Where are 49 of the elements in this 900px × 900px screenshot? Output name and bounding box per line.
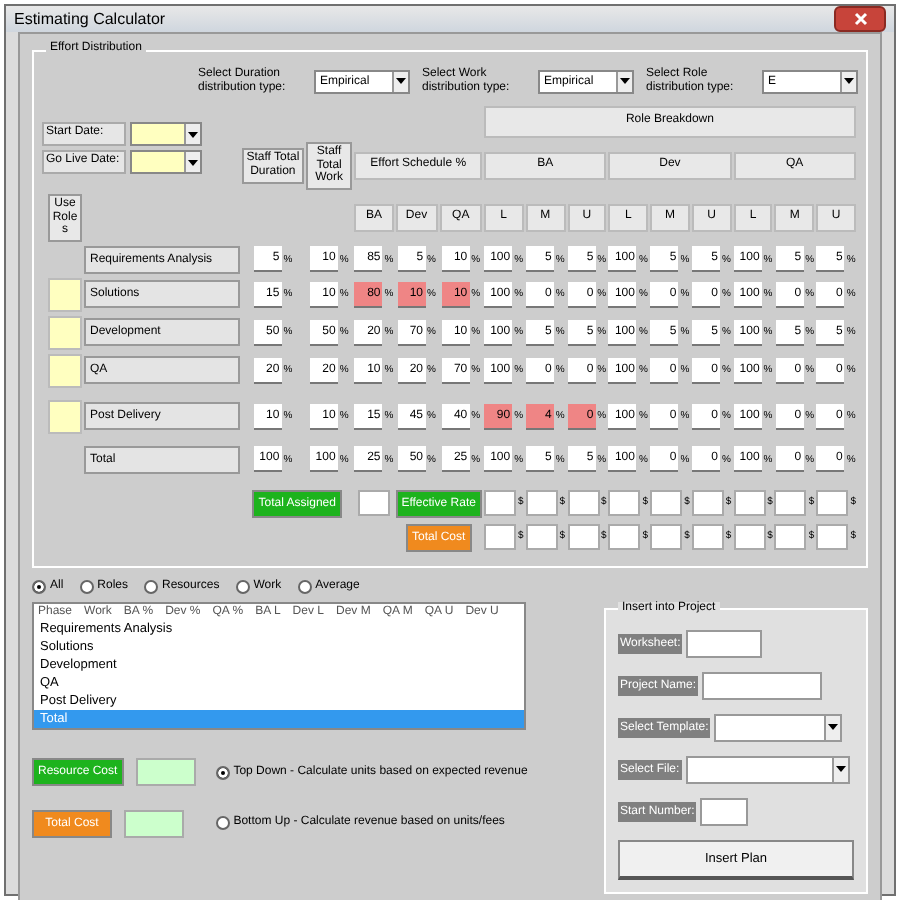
cost-field[interactable]: [608, 523, 641, 550]
radio-button[interactable]: [297, 579, 312, 594]
dropdown-icon: [620, 78, 630, 85]
rate-field[interactable]: [567, 489, 600, 516]
color-swatch[interactable]: [48, 353, 82, 388]
total-assigned-field[interactable]: [357, 489, 390, 516]
rate-field[interactable]: [774, 489, 807, 516]
cost-field[interactable]: [691, 523, 724, 550]
radio-button[interactable]: [215, 815, 230, 830]
dropdown-icon: [188, 159, 198, 166]
radio-button[interactable]: [215, 765, 230, 780]
rate-field[interactable]: [608, 489, 641, 516]
color-swatch[interactable]: [48, 399, 82, 434]
cost-field[interactable]: [525, 523, 558, 550]
cost-field[interactable]: [135, 757, 196, 786]
dropdown-icon: [835, 766, 846, 773]
cost-field[interactable]: [816, 523, 849, 550]
dropdown-icon: [828, 724, 839, 731]
input-field[interactable]: [685, 755, 850, 784]
input-field[interactable]: [714, 713, 843, 742]
cost-field[interactable]: [124, 809, 184, 838]
rate-field[interactable]: [816, 489, 849, 516]
close-button[interactable]: [834, 6, 886, 32]
rate-field[interactable]: [525, 489, 558, 516]
date-field[interactable]: [130, 150, 202, 175]
rate-field[interactable]: [483, 489, 516, 516]
radio-button[interactable]: [32, 579, 46, 594]
window-title: Estimating Calculator: [14, 10, 166, 28]
dropdown-icon: [396, 78, 406, 85]
color-swatch[interactable]: [48, 277, 82, 312]
input-field[interactable]: [700, 797, 749, 826]
radio-button[interactable]: [235, 579, 250, 594]
input-field[interactable]: [686, 629, 763, 658]
cost-field[interactable]: [733, 523, 766, 550]
dropdown-icon: [844, 78, 854, 85]
cost-field[interactable]: [567, 523, 600, 550]
cost-field[interactable]: [650, 523, 683, 550]
radio-button[interactable]: [144, 579, 159, 594]
rate-field[interactable]: [650, 489, 683, 516]
input-field[interactable]: [702, 671, 823, 700]
color-swatch[interactable]: [48, 315, 82, 350]
cost-field[interactable]: [483, 523, 516, 550]
cost-field[interactable]: [774, 523, 807, 550]
close-icon: [853, 12, 867, 26]
date-field[interactable]: [130, 122, 202, 147]
rate-field[interactable]: [733, 489, 766, 516]
rate-field[interactable]: [691, 489, 724, 516]
dropdown-icon: [188, 131, 198, 138]
radio-button[interactable]: [79, 579, 94, 594]
